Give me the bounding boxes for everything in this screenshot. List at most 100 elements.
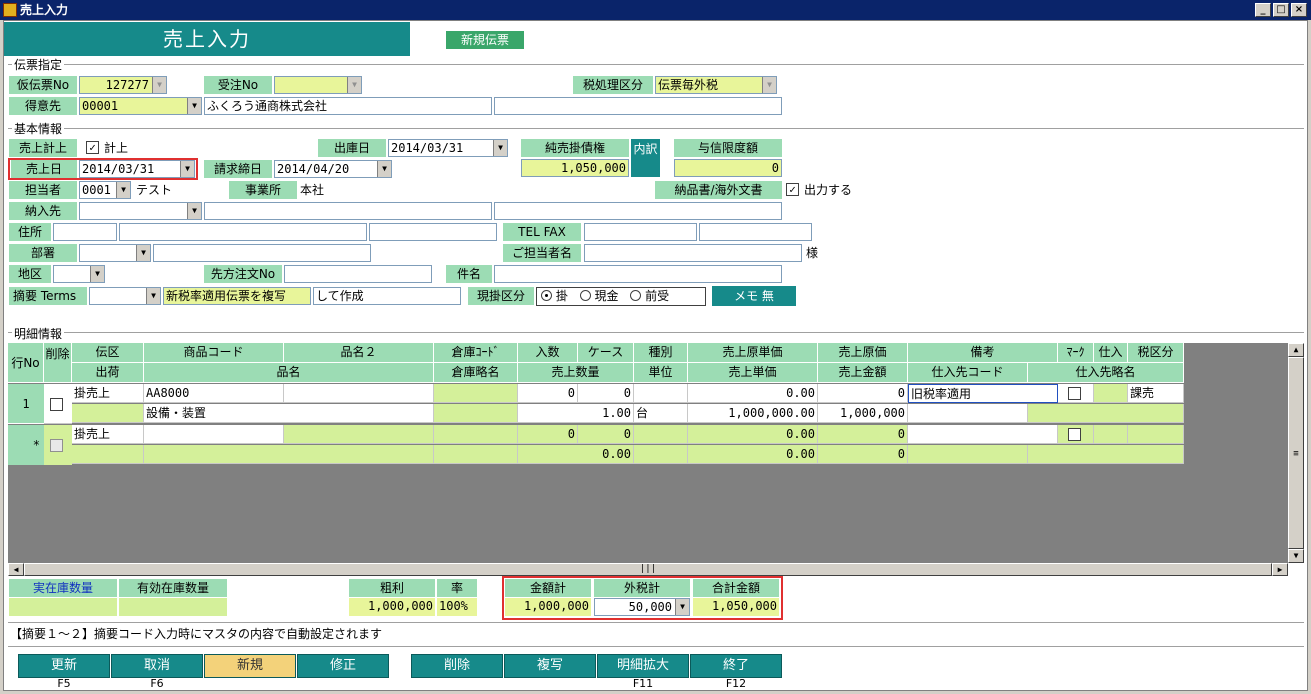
mark-checkbox[interactable] bbox=[1068, 387, 1081, 400]
expand-detail-button[interactable]: 明細拡大 bbox=[597, 654, 689, 678]
order-no-field[interactable]: ▼ bbox=[274, 76, 362, 94]
subject-field[interactable] bbox=[494, 265, 782, 283]
cell-qty[interactable]: 1.00 bbox=[518, 404, 634, 423]
cell-name[interactable] bbox=[144, 445, 434, 464]
copy-button[interactable]: 複写 bbox=[504, 654, 596, 678]
chevron-down-icon[interactable]: ▼ bbox=[146, 288, 160, 304]
summary-code-field[interactable]: ▼ bbox=[89, 287, 161, 305]
chevron-down-icon[interactable]: ▼ bbox=[116, 182, 130, 198]
scroll-right-icon[interactable]: ▶ bbox=[1272, 563, 1288, 576]
temp-no-field[interactable]: 127277 ▼ bbox=[79, 76, 167, 94]
address-field-3[interactable] bbox=[369, 223, 497, 241]
tax-total-field[interactable]: 50,000 ▼ bbox=[594, 598, 690, 616]
cell-cost[interactable]: 0 bbox=[818, 384, 908, 403]
dept-code-field[interactable]: ▼ bbox=[79, 244, 151, 262]
scroll-up-icon[interactable]: ▲ bbox=[1288, 343, 1304, 357]
dept-name-field[interactable] bbox=[153, 244, 371, 262]
cell-product-code[interactable] bbox=[144, 425, 284, 444]
cell-cases[interactable]: 0 bbox=[578, 384, 634, 403]
memo-button[interactable]: メモ 無 bbox=[712, 286, 796, 306]
cell-name2[interactable] bbox=[284, 425, 434, 444]
cell-type[interactable]: 掛売上 bbox=[72, 384, 144, 403]
customer-extra-field[interactable] bbox=[494, 97, 782, 115]
cell-product-code[interactable]: AA8000 bbox=[144, 384, 284, 403]
update-button[interactable]: 更新 bbox=[18, 654, 110, 678]
cell-kind[interactable] bbox=[634, 384, 688, 403]
cell-purchase[interactable] bbox=[1094, 384, 1128, 403]
cell-type[interactable]: 掛売上 bbox=[72, 425, 144, 444]
chevron-down-icon[interactable]: ▼ bbox=[675, 599, 689, 615]
sales-date-field[interactable]: 2014/03/31 ▼ bbox=[79, 160, 195, 178]
chevron-down-icon[interactable]: ▼ bbox=[187, 98, 201, 114]
staff-code-field[interactable]: 0001 ▼ bbox=[79, 181, 131, 199]
cell-wh-code[interactable] bbox=[434, 425, 518, 444]
cell-name2[interactable] bbox=[284, 384, 434, 403]
tel-field[interactable] bbox=[584, 223, 697, 241]
cell-amount[interactable]: 0 bbox=[818, 445, 908, 464]
chevron-down-icon[interactable]: ▼ bbox=[90, 266, 104, 282]
address-field-2[interactable] bbox=[119, 223, 367, 241]
row-delete-checkbox[interactable] bbox=[50, 398, 63, 411]
sales-post-checkbox[interactable]: ✓ bbox=[86, 141, 99, 154]
contact-field[interactable] bbox=[584, 244, 802, 262]
cell-cost-unit[interactable]: 0.00 bbox=[688, 425, 818, 444]
cell-remarks[interactable] bbox=[908, 425, 1058, 444]
delivery-extra-field[interactable] bbox=[494, 202, 782, 220]
cell-unit[interactable] bbox=[634, 445, 688, 464]
cell-supplier-code[interactable] bbox=[908, 404, 1028, 423]
cell-remarks[interactable]: 旧税率適用 bbox=[908, 384, 1058, 403]
cell-purchase[interactable] bbox=[1094, 425, 1128, 444]
billing-close-field[interactable]: 2014/04/20 ▼ bbox=[274, 160, 392, 178]
cancel-button[interactable]: 取消 bbox=[111, 654, 203, 678]
delete-button[interactable]: 削除 bbox=[411, 654, 503, 678]
output-checkbox[interactable]: ✓ bbox=[786, 183, 799, 196]
delivery-code-field[interactable]: ▼ bbox=[79, 202, 202, 220]
horizontal-scroll-thumb[interactable]: ||| bbox=[24, 563, 1272, 576]
breakdown-button[interactable]: 内訳 bbox=[631, 139, 660, 177]
scroll-left-icon[interactable]: ◀ bbox=[8, 563, 24, 576]
close-icon[interactable]: × bbox=[1291, 3, 1307, 17]
ship-date-field[interactable]: 2014/03/31 ▼ bbox=[388, 139, 508, 157]
mark-checkbox[interactable] bbox=[1068, 428, 1081, 441]
modify-button[interactable]: 修正 bbox=[297, 654, 389, 678]
chevron-down-icon[interactable]: ▼ bbox=[493, 140, 507, 156]
chevron-down-icon[interactable]: ▼ bbox=[136, 245, 150, 261]
radio-cash[interactable] bbox=[579, 290, 591, 301]
tax-process-select[interactable]: 伝票毎外税 ▼ bbox=[655, 76, 777, 94]
maximize-icon[interactable]: □ bbox=[1273, 3, 1289, 17]
cell-name[interactable]: 設備・装置 bbox=[144, 404, 434, 423]
fax-field[interactable] bbox=[699, 223, 812, 241]
address-field-1[interactable] bbox=[53, 223, 117, 241]
minimize-icon[interactable]: _ bbox=[1255, 3, 1271, 17]
new-button[interactable]: 新規 bbox=[204, 654, 296, 678]
chevron-down-icon[interactable]: ▼ bbox=[347, 77, 361, 93]
cell-qty-per[interactable]: 0 bbox=[518, 384, 578, 403]
cell-tax[interactable] bbox=[1128, 425, 1184, 444]
row-delete-checkbox[interactable] bbox=[50, 439, 63, 452]
cell-cost-unit[interactable]: 0.00 bbox=[688, 384, 818, 403]
chevron-down-icon[interactable]: ▼ bbox=[377, 161, 391, 177]
cell-price[interactable]: 1,000,000.00 bbox=[688, 404, 818, 423]
cell-cases[interactable]: 0 bbox=[578, 425, 634, 444]
customer-code-field[interactable]: 00001 ▼ bbox=[79, 97, 202, 115]
exit-button[interactable]: 終了 bbox=[690, 654, 782, 678]
cell-tax[interactable]: 課売 bbox=[1128, 384, 1184, 403]
delivery-name-field[interactable] bbox=[204, 202, 492, 220]
cell-unit[interactable]: 台 bbox=[634, 404, 688, 423]
chevron-down-icon[interactable]: ▼ bbox=[762, 77, 776, 93]
cell-kind[interactable] bbox=[634, 425, 688, 444]
summary-text-1[interactable]: 新税率適用伝票を複写 bbox=[163, 287, 311, 305]
cell-qty[interactable]: 0.00 bbox=[518, 445, 634, 464]
cell-ship[interactable] bbox=[72, 404, 144, 423]
scroll-down-icon[interactable]: ▼ bbox=[1288, 549, 1304, 563]
vertical-scroll-thumb[interactable]: ≡ bbox=[1288, 357, 1304, 549]
chevron-down-icon[interactable]: ▼ bbox=[152, 77, 166, 93]
cell-wh-code[interactable] bbox=[434, 384, 518, 403]
radio-credit[interactable] bbox=[541, 290, 552, 301]
cell-qty-per[interactable]: 0 bbox=[518, 425, 578, 444]
summary-text-2[interactable]: して作成 bbox=[313, 287, 461, 305]
cell-price[interactable]: 0.00 bbox=[688, 445, 818, 464]
radio-advance[interactable] bbox=[630, 290, 642, 301]
chevron-down-icon[interactable]: ▼ bbox=[187, 203, 201, 219]
customer-order-field[interactable] bbox=[284, 265, 432, 283]
